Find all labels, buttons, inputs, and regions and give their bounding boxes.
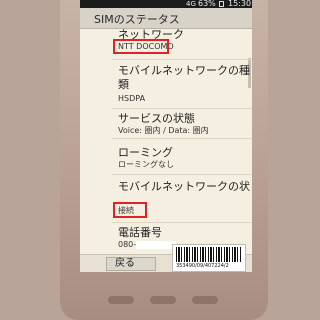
battery-percent: 63% [198,0,216,8]
divider [112,108,252,109]
battery-icon [219,1,224,7]
network-type-title-line1: モバイルネットワークの種 [118,64,250,77]
status-bar: 4G 63% 15:30 [80,0,252,8]
barcode-icon [176,247,242,262]
barcode-number: 353490/09/407224/2 [176,263,229,269]
page-title: SIMのステータス [94,13,180,26]
roaming-title: ローミング [118,146,173,159]
phone-screen: 4G 63% 15:30 SIMのステータス ネットワーク NTT DOCOMO… [80,0,252,272]
title-bar: SIMのステータス [80,8,252,29]
signal-indicator: 4G [186,0,196,8]
imei-barcode-sticker: 353490/09/407224/2 [172,244,246,272]
phone-number-redaction [136,241,176,249]
network-highlight-box [113,39,169,54]
divider [112,222,252,223]
clock: 15:30 [228,0,252,8]
divider [112,59,252,60]
phone-number-title: 電話番号 [118,226,162,239]
network-state-highlight-box [113,202,147,218]
divider [112,138,252,139]
back-key-icon[interactable] [108,296,134,304]
roaming-value: ローミングなし [118,160,174,169]
service-state-title: サービスの状態 [118,112,195,125]
divider [112,174,252,175]
network-state-title: モバイルネットワークの状 [118,180,250,193]
service-state-value: Voice: 圏内 / Data: 圏内 [118,126,209,135]
back-button[interactable]: 戻る [106,257,156,271]
home-key-icon[interactable] [150,296,176,304]
menu-key-icon[interactable] [192,296,218,304]
hardware-keys [0,296,320,306]
network-type-value: HSDPA [118,94,146,103]
phone-number-value: 080- [118,240,137,249]
network-type-title-line2: 類 [118,78,129,91]
